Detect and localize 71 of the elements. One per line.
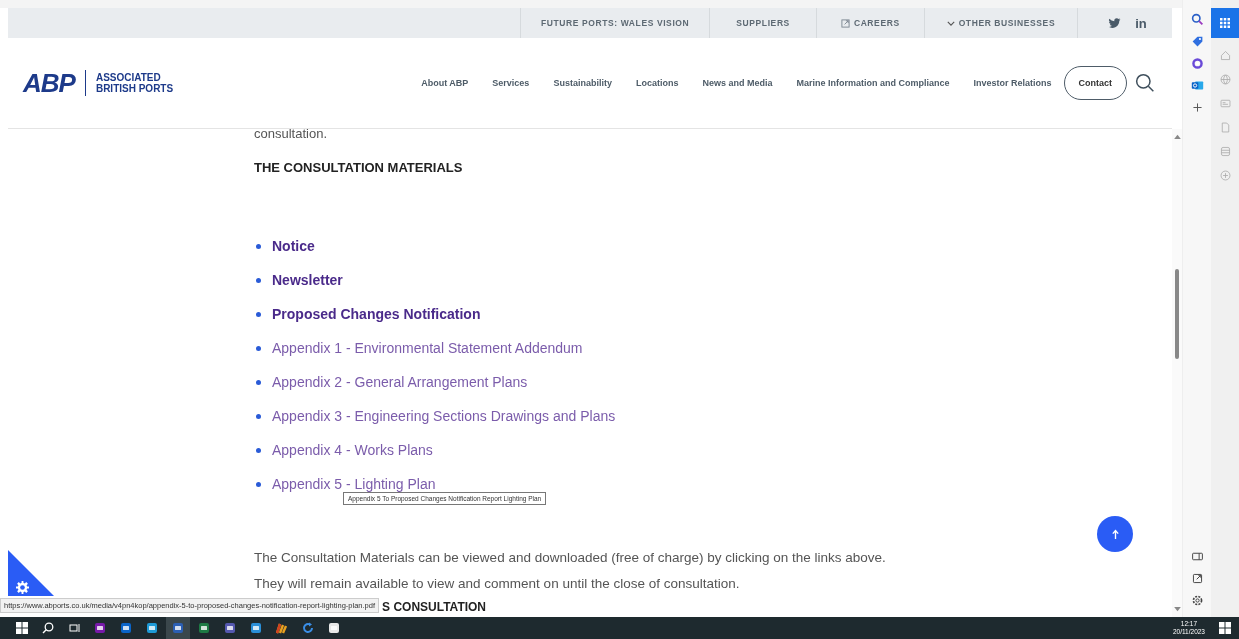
body-text: consultation. [254,129,328,142]
grid-icon [1220,18,1230,28]
tag-icon[interactable] [1190,35,1204,48]
add-icon[interactable] [1190,101,1204,114]
app-icon [146,622,158,634]
logo-mark[interactable]: ABP [23,71,75,95]
document-link[interactable]: Appendix 2 - General Arrangement Plans [272,374,528,390]
ring-icon[interactable] [1190,57,1204,70]
apps-grid-button[interactable] [1211,8,1239,38]
document-link[interactable]: Appendix 1 - Environmental Statement Addendum [272,340,583,356]
task-view-icon [68,622,80,634]
app-icon [198,622,210,634]
search-icon [42,622,54,634]
document-link[interactable]: Appendix 3 - Engineering Sections Drawings and Plans [272,408,616,424]
app-icon [94,622,106,634]
document-link[interactable]: Newsletter [272,272,343,288]
gear-icon[interactable] [16,581,29,594]
bullet-icon [256,311,261,317]
section-heading: THE CONSULTATION MATERIALS [254,160,463,176]
bullet-icon [256,243,261,249]
top-nav-link[interactable]: SUPPLIERS [710,8,817,38]
scroll-up-arrow-icon[interactable] [1173,134,1181,139]
top-nav-link[interactable]: CAREERS [816,8,925,38]
app-icon [250,622,262,634]
scrollbar-thumb[interactable] [1175,269,1179,359]
windows-logo-icon [16,622,28,634]
document-link[interactable]: Notice [272,238,315,254]
search-icon[interactable] [1135,73,1155,93]
circular-arrow-icon [302,622,314,634]
bullet-icon [256,345,261,351]
contact-button[interactable]: Contact [1063,66,1127,100]
document-link[interactable]: Appendix 4 - Works Plans [272,442,433,458]
nav-link[interactable]: About ABP [421,78,469,88]
scrollbar[interactable] [1172,129,1182,617]
windows-logo-icon[interactable] [1219,622,1231,634]
app-icon [328,622,340,634]
bullet-icon [256,481,261,487]
logo-name[interactable]: ASSOCIATED BRITISH PORTS [95,72,174,94]
nav-link[interactable]: News and Media [702,78,773,88]
sidebar-toggle-icon[interactable] [1190,550,1204,563]
top-nav-link[interactable]: FUTURE PORTS: WALES VISION [521,8,711,38]
app-icon [120,622,132,634]
nav-link[interactable]: Marine Information and Compliance [796,78,950,88]
chevron-down-icon [946,20,955,26]
twitter-bird-icon[interactable] [1108,17,1122,29]
bullet-icon [256,277,261,283]
section-heading: S CONSULTATION [382,601,487,613]
mail-app-icon[interactable] [1190,79,1204,92]
document-link[interactable]: Proposed Changes Notification [272,306,481,322]
nav-link[interactable]: Sustainability [553,78,612,88]
taskbar-app-button[interactable] [166,617,190,639]
nav-link[interactable]: Locations [635,78,679,88]
document-link[interactable]: Appendix 5 - Lighting Plan [272,476,436,492]
bullet-icon [256,413,261,419]
nav-link[interactable]: Investor Relations [973,78,1052,88]
search-icon[interactable] [1190,13,1204,26]
settings-icon[interactable] [1190,594,1204,607]
app-icon [224,622,236,634]
stripes-icon [276,622,288,634]
scroll-to-top-button[interactable] [1097,516,1133,552]
arrow-up-icon [1110,528,1120,540]
bullet-icon [256,379,261,385]
body-text: The Consultation Materials can be viewed and downloaded (free of charge) by clicking on the links above. They will remain available to view and comment on until the close of consultation. [254,549,887,593]
external-link-icon[interactable] [1190,572,1204,585]
app-icon [172,622,184,634]
top-nav-link[interactable]: OTHER BUSINESSES [924,8,1079,38]
bullet-icon [256,447,261,453]
nav-link[interactable]: Services [492,78,530,88]
scroll-down-arrow-icon[interactable] [1173,607,1181,612]
external-link-icon [840,18,850,28]
linkedin-link[interactable]: in [1135,15,1147,31]
